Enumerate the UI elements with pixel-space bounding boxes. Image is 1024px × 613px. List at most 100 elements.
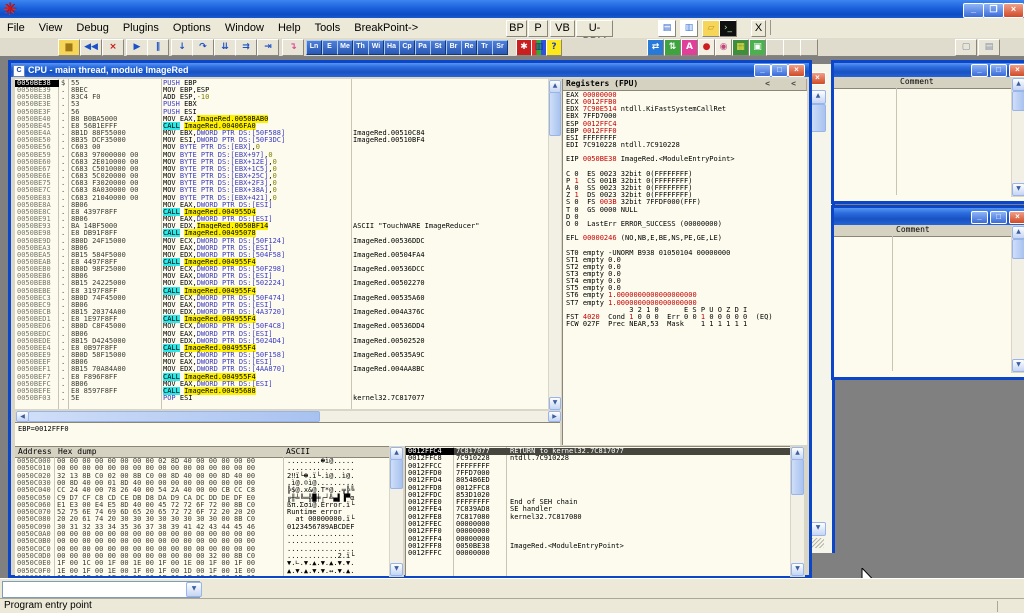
- scrollbar-thumb[interactable]: [791, 459, 804, 495]
- view-tab-me[interactable]: Me: [337, 40, 353, 55]
- window-close-button[interactable]: ×: [1009, 64, 1024, 77]
- stack-scrollbar[interactable]: ▲ ▼: [790, 446, 805, 577]
- updown-icon[interactable]: ⇅: [664, 39, 681, 56]
- register-line[interactable]: T 0 GS 0000 NULL: [566, 207, 807, 214]
- plugin-button-u-bpm[interactable]: U-BPM: [576, 20, 613, 37]
- menu-file[interactable]: File: [0, 19, 32, 39]
- pause-button[interactable]: ‖: [147, 39, 169, 56]
- view-tab-cp[interactable]: Cp: [399, 40, 415, 55]
- dump-pane[interactable]: Address Hex dump ASCII 0050C00000 00 00 …: [15, 446, 389, 576]
- scrollbar-thumb[interactable]: [549, 92, 561, 136]
- scrollbar[interactable]: ▲ ▼: [1011, 225, 1024, 373]
- menu-breakpoint[interactable]: BreakPoint->: [347, 19, 425, 39]
- window-maximize-button[interactable]: □: [990, 211, 1007, 224]
- register-line[interactable]: EDI 7C910228 ntdll.7C910228: [566, 142, 807, 149]
- comment-window-titlebar[interactable]: _ □ ×: [834, 208, 1024, 225]
- scrollbar-thumb[interactable]: [1012, 91, 1024, 111]
- register-line[interactable]: FCW 027F Prec NEAR,53 Mask 1 1 1 1 1 1: [566, 321, 807, 328]
- scroll-up-button[interactable]: ▲: [1012, 226, 1024, 239]
- scrollbar-thumb[interactable]: [390, 459, 403, 489]
- view-tab-ha[interactable]: Ha: [384, 40, 400, 55]
- registers-header[interactable]: Registers (FPU) < <: [563, 79, 807, 91]
- plugin-button-vb[interactable]: VB: [550, 20, 575, 37]
- stop-icon[interactable]: ●: [698, 39, 715, 56]
- disasm-row[interactable]: 0050BEB0.8B0D 98F25000MOV ECX,DWORD PTR …: [15, 266, 548, 273]
- registers-prev2-button[interactable]: <: [791, 79, 796, 89]
- cpu-window-titlebar[interactable]: C CPU - main thread, module ImageRed _ □…: [11, 63, 809, 77]
- palette-icon[interactable]: ▥: [531, 39, 547, 56]
- animate-over-button[interactable]: ⇉: [235, 39, 257, 56]
- go-to-button[interactable]: ↴: [282, 39, 304, 56]
- console-icon[interactable]: ›_: [719, 20, 737, 37]
- gear-icon[interactable]: ✱: [516, 39, 532, 56]
- menu-debug[interactable]: Debug: [69, 19, 115, 39]
- run-button[interactable]: ▶: [126, 39, 148, 56]
- disasm-row[interactable]: 0050BE38$55PUSH EBP: [15, 80, 548, 87]
- registers-prev-button[interactable]: <: [765, 79, 770, 89]
- dump-row[interactable]: 0050C1001F 00 1F 00 1F 00 1F 00 1F 00 1F…: [15, 575, 389, 576]
- registers-pane[interactable]: Registers (FPU) < < EAX 00000000ECX 0012…: [562, 79, 807, 445]
- menu-help[interactable]: Help: [271, 19, 308, 39]
- column-header-blank[interactable]: [834, 77, 900, 89]
- stack-pane[interactable]: 0012FFC47C817077RETURN to kernel32.7C817…: [405, 446, 791, 576]
- menu-plugins[interactable]: Plugins: [116, 19, 166, 39]
- notepad-icon[interactable]: ▤: [658, 20, 676, 37]
- view-tab-e[interactable]: E: [322, 40, 338, 55]
- view-tab-ln[interactable]: Ln: [306, 40, 322, 55]
- disasm-row[interactable]: 0050BE3E.53PUSH EBX: [15, 101, 548, 108]
- scroll-up-button[interactable]: ▲: [1012, 78, 1024, 91]
- map-icon[interactable]: ▦: [732, 39, 749, 56]
- scrollbar[interactable]: ▲ ▼: [1011, 77, 1024, 197]
- view-tab-br[interactable]: Br: [446, 40, 462, 55]
- window-icon[interactable]: ▣: [749, 39, 766, 56]
- scroll-down-button[interactable]: ▼: [810, 522, 826, 536]
- app-close-button[interactable]: ×: [1003, 3, 1024, 18]
- scroll-down-button[interactable]: ▼: [791, 563, 804, 576]
- command-combobox[interactable]: ▼: [2, 581, 200, 598]
- step-over-button[interactable]: ↷: [192, 39, 214, 56]
- swap-icon[interactable]: ⇄: [647, 39, 664, 56]
- comment-window-titlebar[interactable]: _ □ ×: [834, 63, 1024, 77]
- scroll-up-button[interactable]: ▲: [810, 90, 826, 104]
- view-tab-st[interactable]: St: [430, 40, 446, 55]
- menu-tools[interactable]: Tools: [308, 19, 348, 39]
- window-maximize-button[interactable]: □: [990, 64, 1007, 77]
- window-minimize-button[interactable]: _: [971, 211, 988, 224]
- disassembly-pane[interactable]: 0050BE38$55PUSH EBP0050BE39.8BECMOV EBP,…: [15, 79, 548, 409]
- plugin-button-p[interactable]: P: [528, 20, 548, 37]
- scroll-right-button[interactable]: ▶: [548, 411, 561, 422]
- view-tab-re[interactable]: Re: [461, 40, 477, 55]
- column-header-blank[interactable]: [834, 225, 896, 237]
- plugin-button-bp[interactable]: BP: [506, 20, 527, 37]
- disasm-row[interactable]: 0050BEFE.E8 8597F8FFCALL ImageRed.004956…: [15, 388, 548, 395]
- page-list-icon[interactable]: ▤: [978, 39, 1000, 56]
- execute-till-return-button[interactable]: ⇥: [257, 39, 279, 56]
- view-tab-tr[interactable]: Tr: [477, 40, 493, 55]
- stack-row[interactable]: 0012FFFC00000000: [406, 550, 791, 557]
- register-line[interactable]: O 0 LastErr ERROR_SUCCESS (00000000): [566, 221, 807, 228]
- view-tab-pa[interactable]: Pa: [415, 40, 431, 55]
- scroll-down-button[interactable]: ▼: [1012, 183, 1024, 196]
- app-restore-button[interactable]: ❐: [983, 3, 1004, 18]
- resize-grip[interactable]: [812, 538, 824, 548]
- register-line[interactable]: EFL 00000246 (NO,NB,E,BE,NS,PE,GE,LE): [566, 235, 807, 242]
- ascii-icon[interactable]: A: [681, 39, 698, 56]
- disasm-row[interactable]: 0050BEE9.8B0D 58F15000MOV ECX,DWORD PTR …: [15, 352, 548, 359]
- command-dropdown-button[interactable]: ▼: [186, 582, 202, 597]
- app-minimize-button[interactable]: _: [963, 3, 984, 18]
- cpu-close-button[interactable]: ×: [788, 64, 805, 77]
- disasm-row[interactable]: 0050BE83.C683 21040000 00MOV BYTE PTR DS…: [15, 195, 548, 202]
- disasm-row[interactable]: 0050BE3B.83C4 F0ADD ESP,-10: [15, 94, 548, 101]
- cpu-minimize-button[interactable]: _: [754, 64, 771, 77]
- pattern-icon[interactable]: ◉: [715, 39, 732, 56]
- scroll-down-button[interactable]: ▼: [549, 397, 561, 410]
- dump-scrollbar[interactable]: ▲ ▼: [389, 446, 404, 577]
- view-tab-th[interactable]: Th: [353, 40, 369, 55]
- column-header-comment[interactable]: Comment: [893, 225, 1015, 237]
- scrollbar-thumb[interactable]: [1012, 239, 1024, 259]
- scroll-down-button[interactable]: ▼: [1012, 359, 1024, 372]
- info-pane[interactable]: EBP=0012FFF0: [15, 422, 560, 446]
- menu-options[interactable]: Options: [166, 19, 218, 39]
- restart-button[interactable]: ◀◀: [80, 39, 102, 56]
- folder-icon[interactable]: ▱: [702, 20, 720, 37]
